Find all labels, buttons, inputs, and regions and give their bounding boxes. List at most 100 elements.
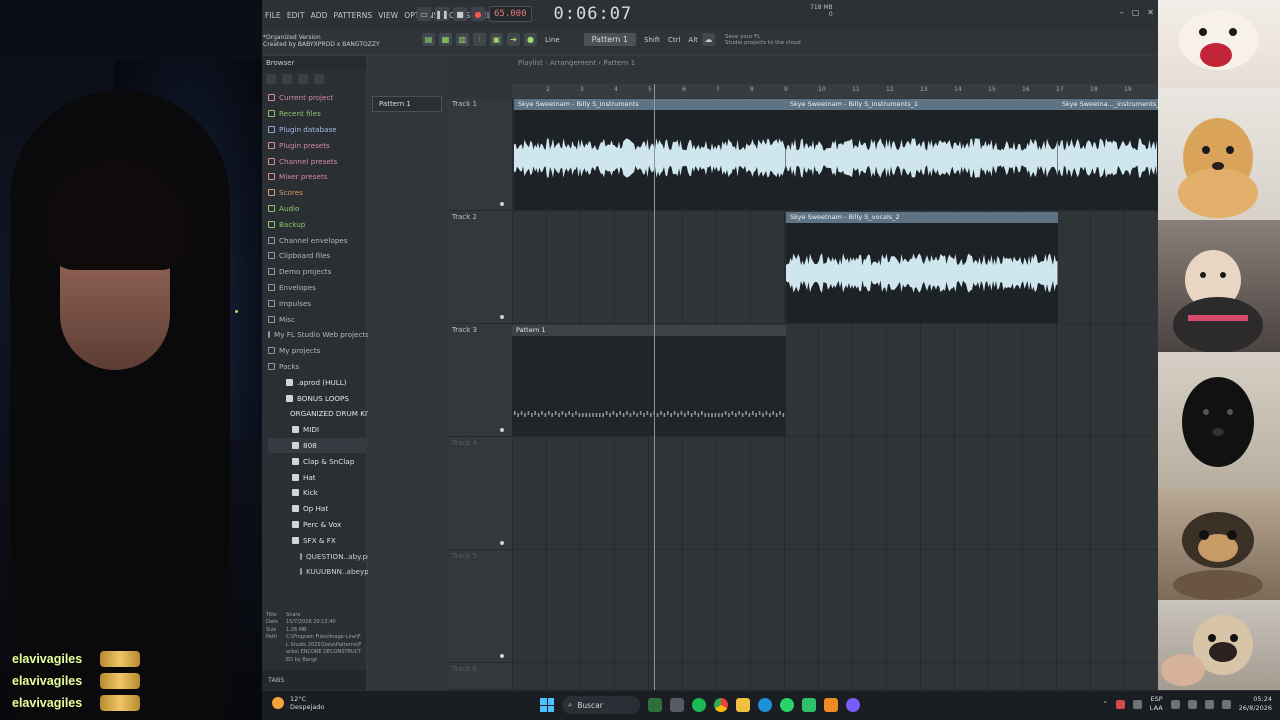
tempo-display[interactable]: 65.000 [489,6,532,22]
taskbar-search[interactable]: ⌕ Buscar [562,696,640,714]
browser-item[interactable]: Current project [268,90,366,106]
audio-clip[interactable]: Skye Sweetna..._instruments_2 [1058,99,1158,210]
audio-clip[interactable]: Skye Sweetnam - Billy S_instruments_1 [786,99,1058,210]
maximize-icon[interactable]: ▢ [1132,8,1140,17]
mixer-icon[interactable]: ⫶ [473,33,486,46]
chrome-icon[interactable] [714,698,728,712]
pack-item[interactable]: 808 [268,437,366,454]
audio-clip[interactable]: Skye Sweetnam - Billy S_vocals_2 [786,212,1058,323]
pack-item[interactable]: Hat [268,469,366,485]
channel-rack-icon[interactable]: ▥ [456,33,469,46]
pack-item[interactable]: MIDI [268,422,366,438]
file-explorer-icon[interactable] [736,698,750,712]
pack-item[interactable]: .aprod (HULL) [268,374,366,390]
track-lane[interactable] [512,550,1158,663]
clock[interactable]: 05:24 26/8/2026 [1239,695,1272,713]
fl-studio-icon[interactable] [824,698,838,712]
track-mute-dot[interactable] [500,315,504,319]
network-icon[interactable] [1170,699,1180,709]
tabs-button[interactable]: TABS [262,670,366,690]
discord-icon[interactable] [846,698,860,712]
browser-icon[interactable]: ▣ [490,33,503,46]
track-mute-dot[interactable] [500,428,504,432]
pack-item[interactable]: Kick [268,485,366,501]
mic-tray-icon[interactable] [1132,699,1142,709]
menu-file[interactable]: FILE [262,11,284,20]
pack-item[interactable]: KUUUBNN..abeyprod [268,564,381,580]
browser-sort-icon[interactable] [314,74,324,84]
menu-edit[interactable]: EDIT [284,11,308,20]
minimize-icon[interactable]: – [1120,8,1124,17]
play-button[interactable]: ❚❚ [435,7,449,21]
piano-roll-icon[interactable]: ▦ [439,33,452,46]
track-mute-dot[interactable] [500,202,504,206]
browser-item[interactable]: Recent files [268,106,366,122]
cloud-icon[interactable]: ☁ [701,33,715,46]
browser-item[interactable]: Plugin presets [268,137,366,153]
record-button[interactable]: ● [471,7,485,21]
browser-item[interactable]: Impulses [268,295,366,311]
audio-clip[interactable]: Skye Sweetnam - Billy S_instruments [514,99,786,210]
browser-item[interactable]: Audio [268,201,366,217]
playlist-icon[interactable]: ▤ [422,33,435,46]
pack-item[interactable]: Op Hat [268,501,366,517]
menu-view[interactable]: VIEW [375,11,401,20]
close-icon[interactable]: ✕ [1147,8,1154,17]
playhead[interactable] [654,84,655,690]
track-mute-dot[interactable] [500,541,504,545]
menu-add[interactable]: ADD [308,11,331,20]
pack-item[interactable]: Perc & Vox [268,517,366,533]
pack-item[interactable]: Clap & SnClap [268,453,366,469]
browser-collapse-icon[interactable] [282,74,292,84]
app-icon[interactable] [802,698,816,712]
pack-item[interactable]: QUESTION..aby.prod [268,548,379,564]
browser-item[interactable]: Scores [268,185,366,201]
browser-view-icon[interactable] [298,74,308,84]
browser-item[interactable]: Envelopes [268,280,366,296]
browser-item[interactable]: My FL Studio Web projects [268,327,369,343]
track-header[interactable]: Track 1 [448,98,512,211]
track-lane[interactable] [512,437,1158,550]
browser-item[interactable]: Misc [268,311,366,327]
pattern-item[interactable]: Pattern 1 [372,96,442,112]
menu-patterns[interactable]: PATTERNS [331,11,376,20]
browser-item[interactable]: Backup [268,216,366,232]
browser-item[interactable]: Channel presets [268,153,366,169]
whatsapp-icon[interactable] [780,698,794,712]
spotify-icon[interactable] [692,698,706,712]
widgets-icon[interactable] [648,698,662,712]
mic-icon[interactable]: ● [524,33,537,46]
track-header[interactable]: Track 5 [448,550,512,663]
snap-select[interactable]: Line [545,36,560,44]
task-view-icon[interactable] [670,698,684,712]
pattern-song-toggle[interactable]: ▭ [417,7,431,21]
start-icon[interactable] [540,698,554,712]
pack-item[interactable]: BONUS LOOPS [268,390,366,406]
chevron-up-icon[interactable]: ⌃ [1102,700,1107,708]
browser-item[interactable]: Demo projects [268,264,366,280]
pack-item[interactable]: ORGANIZED DRUM KIT [268,406,371,422]
volume-icon[interactable] [1204,699,1214,709]
browser-item[interactable]: My projects [268,343,366,359]
weather-widget[interactable]: 12°C Despejado [272,695,324,711]
browser-item[interactable]: Mixer presets [268,169,366,185]
pattern-selector[interactable]: Pattern 1 [583,33,637,46]
track-mute-dot[interactable] [500,654,504,658]
stop-button[interactable]: ■ [453,7,467,21]
track-header[interactable]: Track 6 [448,663,512,690]
track-header[interactable]: Track 4 [448,437,512,550]
browser-item[interactable]: Plugin database [268,122,366,138]
track-header[interactable]: Track 3 [448,324,512,437]
language-indicator[interactable]: ESP LAA [1150,695,1163,713]
timeline-ruler[interactable]: 2 3 4 5 6 7 8 9 10 11 12 13 14 15 16 17 18 19 [512,84,1158,98]
track-header[interactable]: Track 2 [448,211,512,324]
pattern-clip[interactable]: Pattern 1 [512,325,786,436]
track-lane[interactable] [512,663,1158,690]
tray-app-icon[interactable] [1115,699,1125,709]
browser-item[interactable]: Channel envelopes [268,232,366,248]
pack-item[interactable]: SFX & FX [268,532,366,548]
battery-icon[interactable] [1221,699,1231,709]
arrow-icon[interactable]: ➔ [507,33,520,46]
wifi-icon[interactable] [1187,699,1197,709]
edge-icon[interactable] [758,698,772,712]
